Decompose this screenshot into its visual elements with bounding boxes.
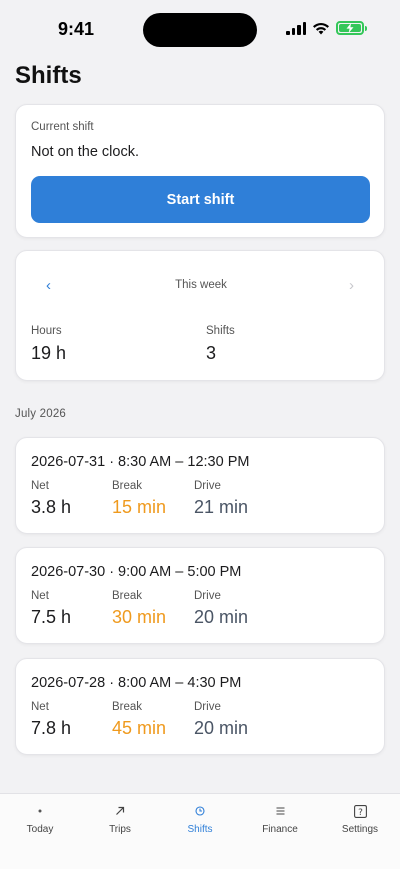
break-value: 15 min bbox=[112, 497, 167, 517]
list-icon bbox=[240, 804, 320, 818]
shifts-label: Shifts bbox=[206, 325, 235, 337]
net-value: 7.8 h bbox=[31, 718, 72, 738]
week-label: This week bbox=[175, 279, 227, 291]
tab-today[interactable]: Today bbox=[0, 794, 80, 844]
status-time: 9:41 bbox=[58, 19, 95, 39]
drive-label: Drive bbox=[194, 701, 221, 713]
current-shift-label: Current shift bbox=[31, 121, 94, 133]
shift-title: 2026-07-30 · 9:00 AM – 5:00 PM bbox=[31, 564, 242, 580]
drive-value: 20 min bbox=[194, 718, 249, 738]
net-label: Net bbox=[31, 590, 49, 602]
break-label: Break bbox=[112, 480, 143, 492]
shift-card[interactable]: 2026-07-28 · 8:00 AM – 4:30 PM Net Break… bbox=[15, 658, 385, 755]
next-week-icon[interactable]: › bbox=[349, 277, 354, 294]
shift-title: 2026-07-31 · 8:30 AM – 12:30 PM bbox=[31, 454, 250, 470]
battery-charging-icon bbox=[336, 21, 367, 35]
arrow-up-right-icon bbox=[80, 804, 160, 818]
svg-text:?: ? bbox=[358, 808, 363, 818]
tab-finance[interactable]: Finance bbox=[240, 794, 320, 844]
tab-settings-label: Settings bbox=[341, 824, 379, 835]
week-summary-card: ‹ This week › Hours 19 h Shifts 3 bbox=[15, 250, 385, 381]
status-bar: 9:41 bbox=[0, 0, 400, 56]
status-icons bbox=[286, 21, 367, 35]
net-value: 7.5 h bbox=[31, 607, 72, 627]
drive-label: Drive bbox=[194, 480, 221, 492]
hours-value: 19 h bbox=[31, 343, 67, 363]
break-value: 45 min bbox=[112, 718, 167, 738]
shift-title: 2026-07-28 · 8:00 AM – 4:30 PM bbox=[31, 675, 242, 691]
dot-icon bbox=[0, 804, 80, 818]
tab-settings[interactable]: ? Settings bbox=[320, 794, 400, 844]
current-shift-status: Not on the clock. bbox=[31, 144, 139, 160]
month-header: July 2026 bbox=[15, 408, 67, 420]
drive-value: 21 min bbox=[194, 497, 249, 517]
tab-shifts-label: Shifts bbox=[187, 824, 213, 835]
hours-label: Hours bbox=[31, 325, 62, 337]
clock-icon bbox=[160, 804, 240, 818]
shifts-count-value: 3 bbox=[206, 343, 217, 363]
current-shift-card: Current shift Not on the clock. Start sh… bbox=[15, 104, 385, 238]
break-value: 30 min bbox=[112, 607, 167, 627]
page-title: Shifts bbox=[15, 62, 82, 89]
break-label: Break bbox=[112, 701, 143, 713]
break-label: Break bbox=[112, 590, 143, 602]
question-box-icon: ? bbox=[320, 804, 400, 818]
net-label: Net bbox=[31, 701, 49, 713]
shift-card[interactable]: 2026-07-31 · 8:30 AM – 12:30 PM Net Brea… bbox=[15, 437, 385, 534]
wifi-icon bbox=[313, 22, 329, 34]
tab-trips[interactable]: Trips bbox=[80, 794, 160, 844]
tab-finance-label: Finance bbox=[262, 824, 298, 835]
tab-bar: Today Trips Shifts Finance ? Settings bbox=[0, 793, 400, 869]
signal-icon bbox=[286, 21, 306, 35]
shift-card[interactable]: 2026-07-30 · 9:00 AM – 5:00 PM Net Break… bbox=[15, 547, 385, 644]
dynamic-island bbox=[143, 13, 257, 47]
net-value: 3.8 h bbox=[31, 497, 72, 517]
tab-today-label: Today bbox=[26, 824, 54, 835]
drive-label: Drive bbox=[194, 590, 221, 602]
tab-shifts[interactable]: Shifts bbox=[160, 794, 240, 844]
drive-value: 20 min bbox=[194, 607, 249, 627]
tab-trips-label: Trips bbox=[109, 824, 131, 835]
net-label: Net bbox=[31, 480, 49, 492]
start-shift-button[interactable]: Start shift bbox=[31, 176, 370, 223]
